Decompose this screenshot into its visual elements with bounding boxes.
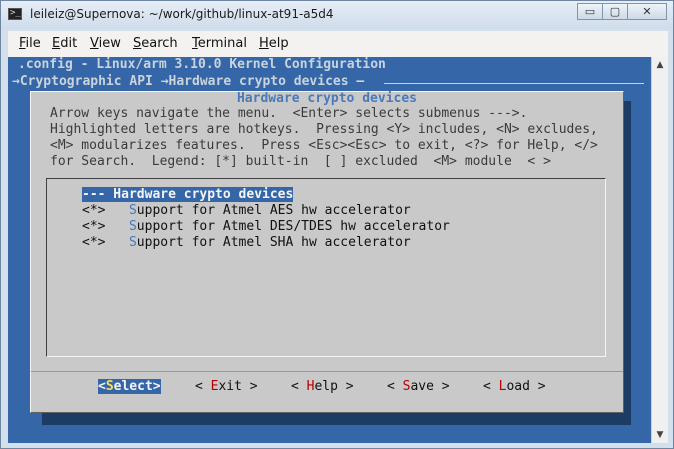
menuconfig-dialog: Hardware crypto devices Arrow keys navig… <box>30 91 624 413</box>
title-bar[interactable]: >_ leileiz@Supernova: ~/work/github/linu… <box>1 1 673 29</box>
window-controls: ▭ ▢ ✕ <box>577 3 667 21</box>
save-button[interactable]: < Save > <box>387 379 450 394</box>
terminal-app-icon: >_ <box>8 8 22 20</box>
vertical-scrollbar[interactable]: ▲ ▼ <box>651 57 668 443</box>
menu-item-hardware-crypto-devices[interactable]: --- Hardware crypto devices <box>82 187 294 203</box>
load-button[interactable]: < Load > <box>483 379 546 394</box>
selected-item-highlight: --- Hardware crypto devices <box>82 187 294 202</box>
menu-file[interactable]: File <box>19 36 41 51</box>
exit-button[interactable]: < Exit > <box>195 379 258 394</box>
close-icon: ✕ <box>642 5 652 18</box>
minimize-button[interactable]: ▭ <box>577 3 603 20</box>
close-button[interactable]: ✕ <box>627 3 667 20</box>
maximize-button[interactable]: ▢ <box>602 3 628 20</box>
scroll-up-arrow-icon[interactable]: ▲ <box>653 58 667 72</box>
minimize-icon: ▭ <box>584 5 596 18</box>
menu-item-atmel-des-tdes[interactable]: <*> Support for Atmel DES/TDES hw accele… <box>82 219 450 235</box>
help-line: Highlighted letters are hotkeys. Pressin… <box>50 122 598 137</box>
menu-terminal[interactable]: Terminal <box>192 36 247 51</box>
select-button[interactable]: <Select> <box>98 379 161 394</box>
help-button[interactable]: < Help > <box>291 379 354 394</box>
terminal-window: >_ leileiz@Supernova: ~/work/github/linu… <box>0 0 674 449</box>
menu-list-box: --- Hardware crypto devices <*> Support … <box>46 178 606 357</box>
help-line: <M> modularizes features. Press <Esc><Es… <box>50 138 598 153</box>
window-title: leileiz@Supernova: ~/work/github/linux-a… <box>30 7 334 21</box>
menu-view[interactable]: View <box>90 36 121 51</box>
scroll-down-arrow-icon[interactable]: ▼ <box>653 428 667 442</box>
header-rule <box>384 83 644 84</box>
breadcrumb: →Cryptographic API →Hardware crypto devi… <box>12 74 365 89</box>
menu-bar: File Edit View Search Terminal Help <box>8 31 668 58</box>
config-header: .config - Linux/arm 3.10.0 Kernel Config… <box>18 57 386 72</box>
maximize-icon: ▢ <box>609 5 621 18</box>
menu-item-atmel-sha[interactable]: <*> Support for Atmel SHA hw accelerator <box>82 235 411 251</box>
button-separator <box>31 371 623 372</box>
dialog-title: Hardware crypto devices <box>236 91 417 106</box>
menu-help[interactable]: Help <box>259 36 289 51</box>
menu-edit[interactable]: Edit <box>52 36 77 51</box>
terminal-area[interactable]: .config - Linux/arm 3.10.0 Kernel Config… <box>8 57 651 443</box>
menu-search[interactable]: Search <box>133 36 178 51</box>
help-line: for Search. Legend: [*] built-in [ ] exc… <box>50 154 551 169</box>
menu-item-atmel-aes[interactable]: <*> Support for Atmel AES hw accelerator <box>82 203 411 219</box>
help-text: Arrow keys navigate the menu. <Enter> se… <box>50 106 598 170</box>
help-line: Arrow keys navigate the menu. <Enter> se… <box>50 106 528 121</box>
